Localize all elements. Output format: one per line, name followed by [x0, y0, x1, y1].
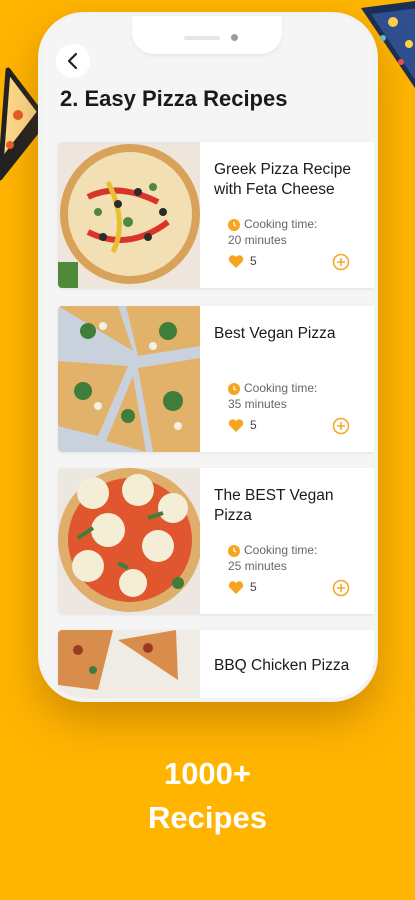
- recipe-card-greek-pizza[interactable]: Greek Pizza Recipe with Feta Cheese Cook…: [58, 142, 374, 288]
- cooking-time-value: 25 minutes: [228, 559, 287, 573]
- phone-frame: 2. Easy Pizza Recipes Greek Pizza Recipe…: [38, 12, 378, 702]
- likes-count: 5: [250, 254, 257, 268]
- heart-icon[interactable]: [228, 580, 244, 595]
- cooking-time-label: Cooking time:: [244, 543, 318, 557]
- add-icon[interactable]: [332, 417, 350, 435]
- recipe-image-the-best-vegan-pizza: [58, 468, 200, 614]
- cooking-time-label: Cooking time:: [244, 217, 318, 231]
- add-icon[interactable]: [332, 253, 350, 271]
- front-camera: [231, 34, 238, 41]
- cooking-time-label: Cooking time:: [244, 381, 318, 395]
- promo-line-1: 1000+: [163, 756, 252, 791]
- clock-icon: [228, 219, 240, 231]
- recipe-image-bbq-chicken-pizza: [58, 630, 200, 698]
- recipe-card-bbq-chicken-pizza[interactable]: BBQ Chicken Pizza: [58, 630, 374, 698]
- promo-line-2: Recipes: [148, 800, 267, 835]
- app-screen: 2. Easy Pizza Recipes Greek Pizza Recipe…: [42, 16, 374, 698]
- cooking-time-value: 20 minutes: [228, 233, 287, 247]
- clock-icon: [228, 383, 240, 395]
- recipe-title: Greek Pizza Recipe with Feta Cheese: [214, 161, 351, 198]
- cooking-time-value: 35 minutes: [228, 397, 287, 411]
- heart-icon[interactable]: [228, 418, 244, 433]
- recipe-title: Best Vegan Pizza: [214, 325, 336, 342]
- recipe-image-best-vegan-pizza: [58, 306, 200, 452]
- speaker-grille: [184, 36, 220, 40]
- likes-count: 5: [250, 580, 257, 594]
- recipe-title: BBQ Chicken Pizza: [214, 657, 350, 674]
- add-icon[interactable]: [332, 579, 350, 597]
- heart-icon[interactable]: [228, 254, 244, 269]
- clock-icon: [228, 545, 240, 557]
- likes-count: 5: [250, 418, 257, 432]
- recipe-card-best-vegan-pizza[interactable]: Best Vegan Pizza Cooking time: 35 minute…: [58, 306, 374, 452]
- phone-notch: [132, 16, 282, 54]
- recipe-card-the-best-vegan-pizza[interactable]: The BEST Vegan Pizza Cooking time: 25 mi…: [58, 468, 374, 614]
- back-button[interactable]: [56, 44, 90, 78]
- recipe-image-greek-pizza: [58, 142, 200, 288]
- recipe-title: The BEST Vegan Pizza: [214, 487, 334, 524]
- chevron-left-icon: [67, 52, 78, 70]
- page-title: 2. Easy Pizza Recipes: [60, 86, 288, 111]
